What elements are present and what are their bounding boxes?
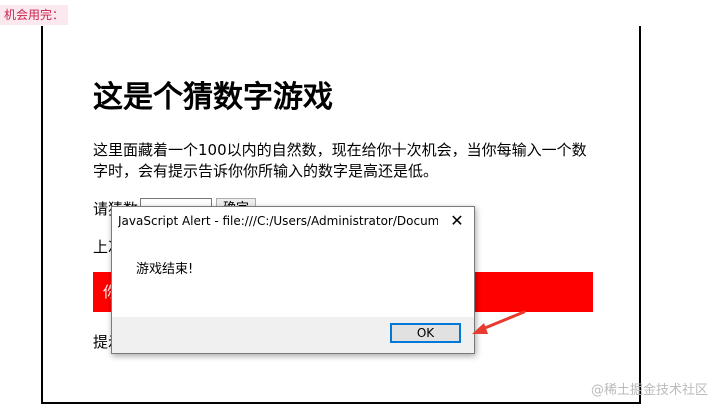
ok-button[interactable]: OK — [390, 323, 461, 343]
watermark: @稀土掘金技术社区 — [590, 383, 708, 398]
intro-text: 这里面藏着一个100以内的自然数，现在给你十次机会，当你每输入一个数字时，会有提… — [93, 141, 587, 180]
alert-body: 游戏结束! — [112, 235, 474, 317]
alert-titlebar: JavaScript Alert - file:///C:/Users/Admi… — [112, 207, 474, 235]
javascript-alert-dialog: JavaScript Alert - file:///C:/Users/Admi… — [111, 206, 475, 354]
alert-title: JavaScript Alert - file:///C:/Users/Admi… — [118, 214, 438, 228]
alert-message: 游戏结束! — [136, 262, 194, 277]
red-arrow-annotation — [472, 310, 526, 334]
close-icon[interactable]: ✕ — [440, 207, 474, 235]
top-caption: 机会用完： — [0, 5, 69, 25]
page-heading: 这是个猜数字游戏 — [93, 80, 333, 115]
